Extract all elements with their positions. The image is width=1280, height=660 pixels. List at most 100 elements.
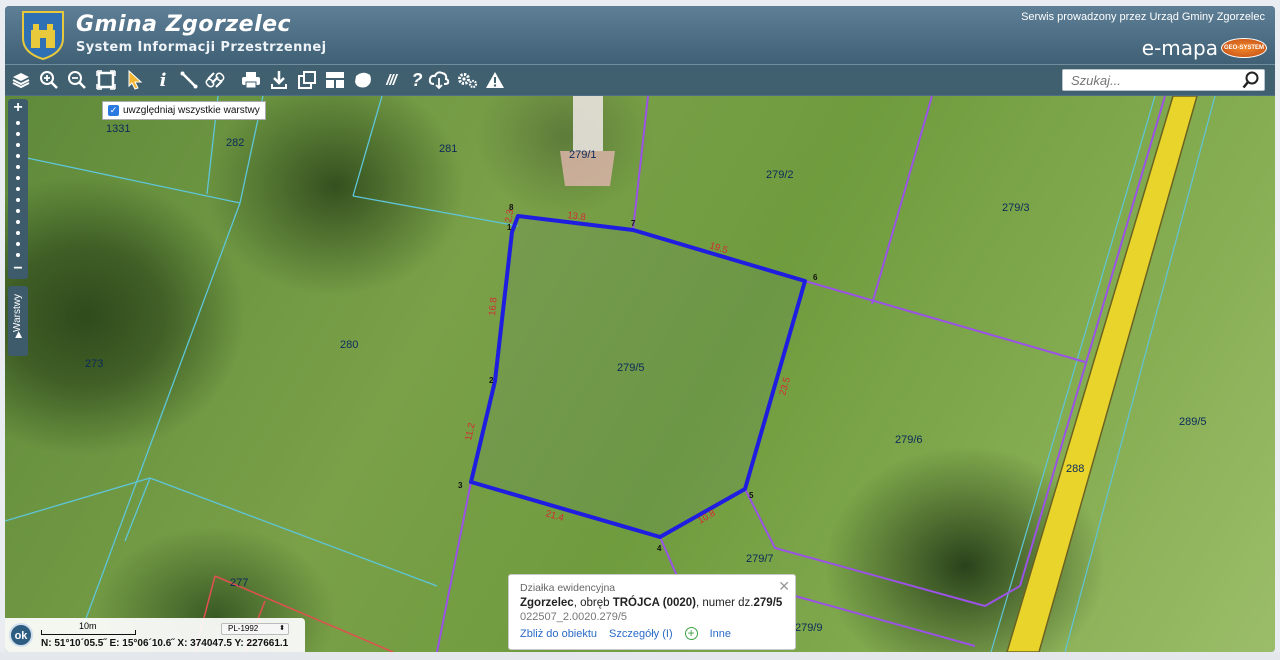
select-arrow-icon[interactable] [123,69,147,91]
app-subtitle: System Informacji Przestrzennej [76,40,327,55]
zoom-level-dot[interactable] [16,164,20,169]
details-link[interactable]: Szczegóły (I) [609,628,673,640]
plus-circle-icon[interactable]: + [684,627,698,640]
warning-icon[interactable] [483,69,507,91]
zoom-level-dot[interactable] [16,230,20,235]
zoom-minus-button[interactable]: − [13,260,22,278]
svg-text:279/2: 279/2 [766,169,794,181]
number-prefix: , numer dz. [695,597,754,609]
projection-select[interactable]: PL-1992 ⬍ [221,623,289,635]
svg-text:281: 281 [439,143,457,155]
scale-bar-panel: ok 10m PL-1992 ⬍ N: 51°10´05.5˝ E: 15°06´… [5,618,305,652]
coat-of-arms-logo [22,11,64,60]
svg-text:289/5: 289/5 [1179,416,1207,428]
zoom-extent-icon[interactable] [94,69,118,91]
svg-text:1331: 1331 [106,123,130,135]
svg-text:279/6: 279/6 [895,434,923,446]
search-input[interactable] [1063,70,1233,90]
zoom-level-dot[interactable] [16,219,20,224]
road-edge-line [990,96,1156,652]
parcel-place: Zgorzelec [520,597,574,609]
select-arrows-icon: ⬍ [279,625,285,632]
close-icon[interactable]: ✕ [778,578,790,595]
zoom-in-icon[interactable] [37,69,61,91]
parcel-code: 022507_2.0020.279/5 [520,611,628,623]
layers-icon[interactable] [9,69,33,91]
browser-bottom-strip [0,652,1280,660]
service-provider-text: Serwis prowadzony przez Urząd Gminy Zgor… [1021,11,1265,23]
svg-text:5: 5 [749,491,754,500]
scale-bar [41,630,136,635]
zoom-level-dot[interactable] [16,142,20,147]
zoom-level-dot[interactable] [16,153,20,158]
search-icon[interactable] [1242,71,1260,89]
checkbox-checked-icon[interactable]: ✓ [108,105,119,116]
parcel-boundaries [5,96,519,633]
search-box [1062,69,1265,91]
parcel-precinct: TRÓJCA (0020) [612,597,696,609]
download-icon[interactable] [267,69,291,91]
help-icon[interactable]: ? [405,69,429,91]
parcel-description: Zgorzelec, obręb TRÓJCA (0020), numer dz… [520,597,795,609]
zoom-level-dot[interactable] [16,208,20,213]
other-link[interactable]: Inne [710,628,731,640]
zoom-level-dot[interactable] [16,252,20,257]
monument-structure [560,96,615,186]
expand-arrow-icon: ▶ [13,331,23,338]
link-icon[interactable] [203,69,227,91]
settings-icon[interactable] [455,69,479,91]
export-icon[interactable] [295,69,319,91]
svg-text:4: 4 [657,544,662,553]
map-canvas[interactable]: 1 2 3 4 5 6 7 8 13.8 19.5 16.8 23.5 11.2… [5,96,1275,652]
svg-text:279/3: 279/3 [1002,202,1030,214]
coordinates-readout: N: 51°10´05.5˝ E: 15°06´10.6˝ X: 374047.… [41,638,289,649]
shape-icon[interactable] [351,69,375,91]
zoom-out-icon[interactable] [65,69,89,91]
projection-value: PL-1992 [228,624,259,633]
popup-links: Zbliż do obiektu Szczegóły (I) + Inne [520,627,795,640]
measure-icon[interactable] [177,69,201,91]
cloud-icon[interactable] [427,69,451,91]
parcel-number: 279/5 [753,597,783,609]
svg-text:13.8: 13.8 [567,210,587,223]
layers-panel-tab[interactable]: Warstwy ▶ [8,286,28,356]
svg-text:279/9: 279/9 [795,622,823,634]
geo-system-badge: GEO-SYSTEM [1221,38,1267,58]
svg-text:6: 6 [813,273,818,282]
zoom-level-dot[interactable] [16,175,20,180]
svg-text:279/1: 279/1 [569,149,597,161]
layers-tab-label: Warstwy [12,294,23,332]
layout-icon[interactable] [323,69,347,91]
app-header: Gmina Zgorzelec System Informacji Przest… [5,6,1275,64]
zoom-level-dot[interactable] [16,120,20,125]
svg-text:279/7: 279/7 [746,553,774,565]
all-layers-checkbox-label: uwzględniaj wszystkie warstwy [123,105,260,116]
svg-text:3: 3 [458,481,463,490]
selected-parcel-279-5[interactable] [469,214,807,539]
svg-text:288: 288 [1066,463,1084,475]
svg-text:280: 280 [340,339,358,351]
hatch-icon[interactable]: /// [379,69,403,91]
ok-button[interactable]: ok [9,623,33,647]
svg-text:277: 277 [230,577,248,589]
all-layers-checkbox[interactable]: ✓ uwzględniaj wszystkie warstwy [102,101,266,120]
toolbar: i /// ? [5,64,1275,95]
print-icon[interactable] [239,69,263,91]
svg-text:279/5: 279/5 [617,362,645,374]
info-icon[interactable]: i [151,69,175,91]
zoom-plus-button[interactable]: + [13,99,22,117]
zoom-to-object-link[interactable]: Zbliż do obiektu [520,628,597,640]
zoom-level-dot[interactable] [16,241,20,246]
road-288 [1006,96,1198,652]
svg-text:282: 282 [226,137,244,149]
zoom-level-dot[interactable] [16,197,20,202]
popup-title: Działka ewidencyjna [520,582,616,594]
svg-text:2.3: 2.3 [503,209,516,224]
zoom-control: + − [8,99,28,279]
zoom-level-dot[interactable] [16,186,20,191]
map-overlay: 1 2 3 4 5 6 7 8 13.8 19.5 16.8 23.5 11.2… [5,96,1216,652]
parcel-info-popup: ✕ Działka ewidencyjna Zgorzelec, obręb T… [508,574,796,650]
emapa-brand: e-mapa [1141,36,1218,60]
zoom-level-dot[interactable] [16,131,20,136]
svg-text:2: 2 [489,376,494,385]
